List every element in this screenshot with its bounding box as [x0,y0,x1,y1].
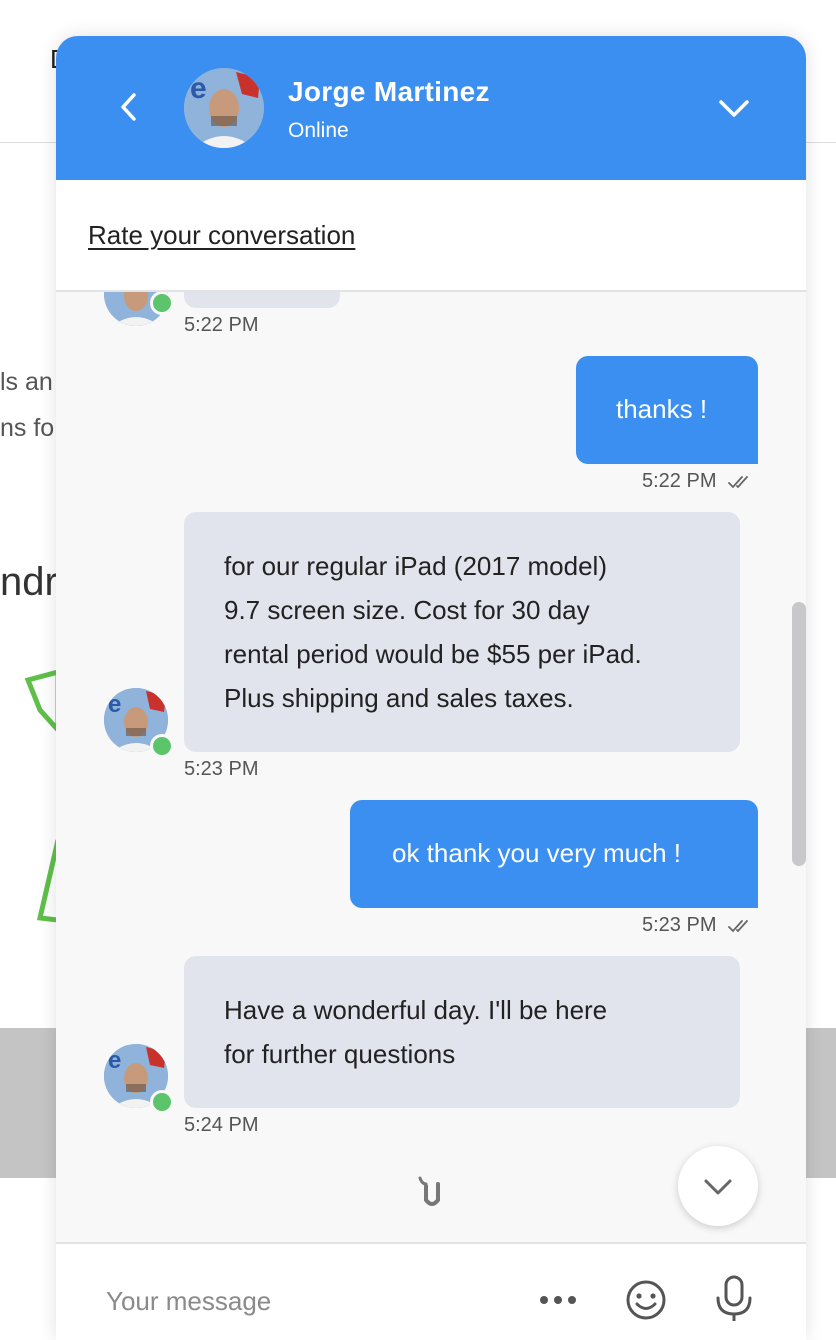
more-dots-icon[interactable] [536,1288,580,1312]
double-check-icon [728,476,748,489]
chevron-down-icon [704,1179,732,1195]
agent-message-bubble [184,292,340,308]
message-text-line: Have a wonderful day. I'll be here [224,995,608,1025]
user-message-bubble: ok thank you very much ! [350,800,758,908]
background-logo [24,670,58,923]
scrollbar-thumb[interactable] [792,602,806,866]
message-list: 5:22 PM thanks ! 5:22 PM for our regular… [56,292,806,1242]
message-text-line: 9.7 screen size. Cost for 30 day [224,595,590,625]
microphone-icon[interactable] [712,1274,756,1322]
message-text: ok thank you very much ! [392,838,682,868]
user-message-bubble: thanks ! [576,356,758,464]
message-text-line: for our regular iPad (2017 model) [224,551,607,581]
chat-widget: e Jorge Martinez Online Rate your conver… [56,36,806,1340]
svg-text:e: e [108,1047,121,1074]
emoji-icon[interactable] [624,1278,668,1322]
message-text-line: rental period would be $55 per iPad. [224,639,642,669]
rate-bar: Rate your conversation [56,180,806,292]
svg-text:e: e [190,72,207,105]
background-text-line: ns fo [0,414,55,442]
message-input[interactable] [104,1280,508,1322]
chevron-left-icon[interactable] [112,90,146,124]
message-text-line: Plus shipping and sales taxes. [224,683,574,713]
scroll-to-bottom-button[interactable] [678,1146,758,1226]
agent-message-bubble: Have a wonderful day. I'll be here for f… [184,956,740,1108]
chevron-down-icon[interactable] [716,90,752,126]
rate-conversation-link[interactable]: Rate your conversation [88,220,355,251]
agent-message-bubble: for our regular iPad (2017 model) 9.7 sc… [184,512,740,752]
svg-text:e: e [108,691,121,718]
online-status-dot [150,1090,174,1114]
background-heading: ndr [0,560,58,604]
message-composer [56,1242,806,1340]
agent-name: Jorge Martinez [288,76,490,107]
background-text-line: ls an [0,368,53,396]
brand-logo-icon [418,1176,440,1206]
message-timestamp: 5:23 PM [184,758,259,780]
message-text: thanks ! [616,394,708,424]
message-timestamp: 5:22 PM [642,470,717,492]
message-timestamp: 5:22 PM [184,314,259,336]
message-text-line: for further questions [224,1039,456,1069]
agent-avatar: e [184,68,264,148]
agent-status: Online [288,119,349,142]
double-check-icon [728,920,748,933]
online-status-dot [150,292,174,315]
chat-header: e Jorge Martinez Online [56,36,806,180]
message-timestamp: 5:23 PM [642,914,717,936]
online-status-dot [150,734,174,758]
message-timestamp: 5:24 PM [184,1114,259,1136]
